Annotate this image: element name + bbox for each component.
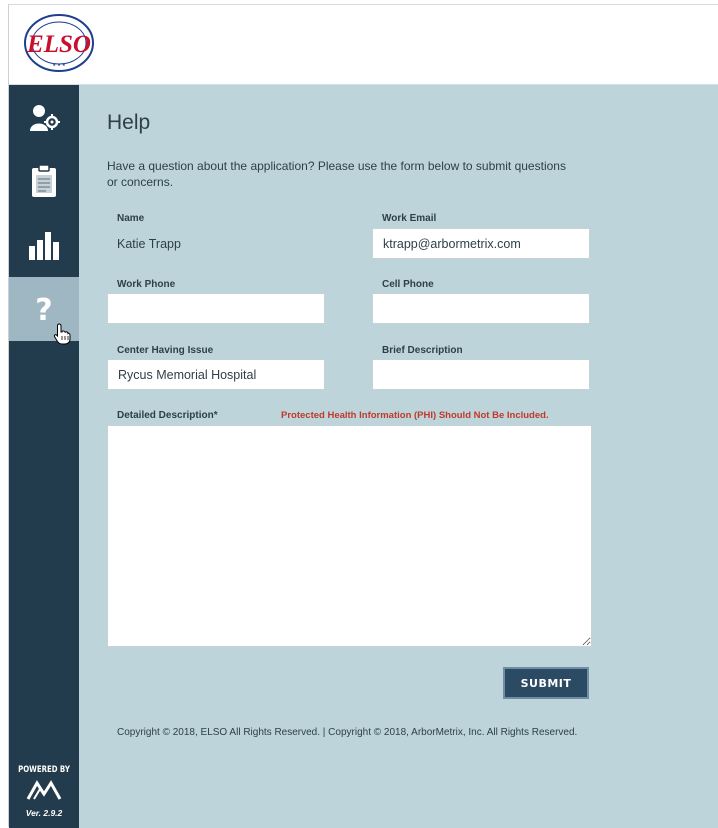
detailed-description-textarea[interactable]	[107, 425, 592, 647]
work-email-label: Work Email	[382, 213, 437, 224]
app-frame: ELSO ★ ★ ★ ? POWERED BY Ver. 2.9.2 Help …	[8, 4, 718, 828]
header: ELSO ★ ★ ★	[9, 5, 718, 85]
page-title: Help	[107, 111, 151, 134]
brief-description-label: Brief Description	[382, 345, 463, 356]
elso-logo[interactable]: ELSO ★ ★ ★	[23, 13, 95, 73]
user-settings-icon	[30, 105, 60, 131]
center-input[interactable]	[107, 359, 325, 390]
work-phone-input[interactable]	[107, 293, 325, 324]
help-icon: ?	[35, 293, 52, 325]
clipboard-icon	[32, 164, 56, 197]
brief-description-input[interactable]	[372, 359, 590, 390]
powered-by-label: POWERED BY	[18, 765, 70, 775]
footer-copyright: Copyright © 2018, ELSO All Rights Reserv…	[117, 727, 578, 738]
svg-text:★ ★ ★: ★ ★ ★	[52, 62, 66, 67]
cell-phone-input[interactable]	[372, 293, 590, 324]
main-content: Help Have a question about the applicati…	[79, 85, 718, 828]
cell-phone-label: Cell Phone	[382, 279, 434, 290]
sidebar-item-users[interactable]	[9, 85, 79, 149]
version-label: Ver. 2.9.2	[25, 808, 63, 818]
work-email-input[interactable]	[372, 228, 590, 259]
name-value: Katie Trapp	[117, 237, 181, 251]
intro-text: Have a question about the application? P…	[107, 159, 566, 189]
sidebar: ? POWERED BY Ver. 2.9.2	[9, 85, 79, 828]
sidebar-item-reports[interactable]	[9, 213, 79, 277]
powered-by: POWERED BY Ver. 2.9.2	[9, 765, 79, 818]
arbormetrix-logo-icon	[26, 780, 62, 800]
svg-text:ELSO: ELSO	[26, 31, 91, 58]
name-label: Name	[117, 213, 145, 224]
bar-chart-icon	[29, 232, 59, 260]
phi-warning: Protected Health Information (PHI) Shoul…	[281, 410, 549, 421]
svg-text:?: ?	[35, 293, 52, 325]
submit-button[interactable]: SUBMIT	[503, 667, 589, 699]
sidebar-item-forms[interactable]	[9, 149, 79, 213]
detailed-description-label: Detailed Description*	[117, 410, 218, 421]
center-label: Center Having Issue	[117, 345, 214, 356]
hand-cursor-icon	[53, 323, 71, 345]
work-phone-label: Work Phone	[117, 279, 176, 290]
